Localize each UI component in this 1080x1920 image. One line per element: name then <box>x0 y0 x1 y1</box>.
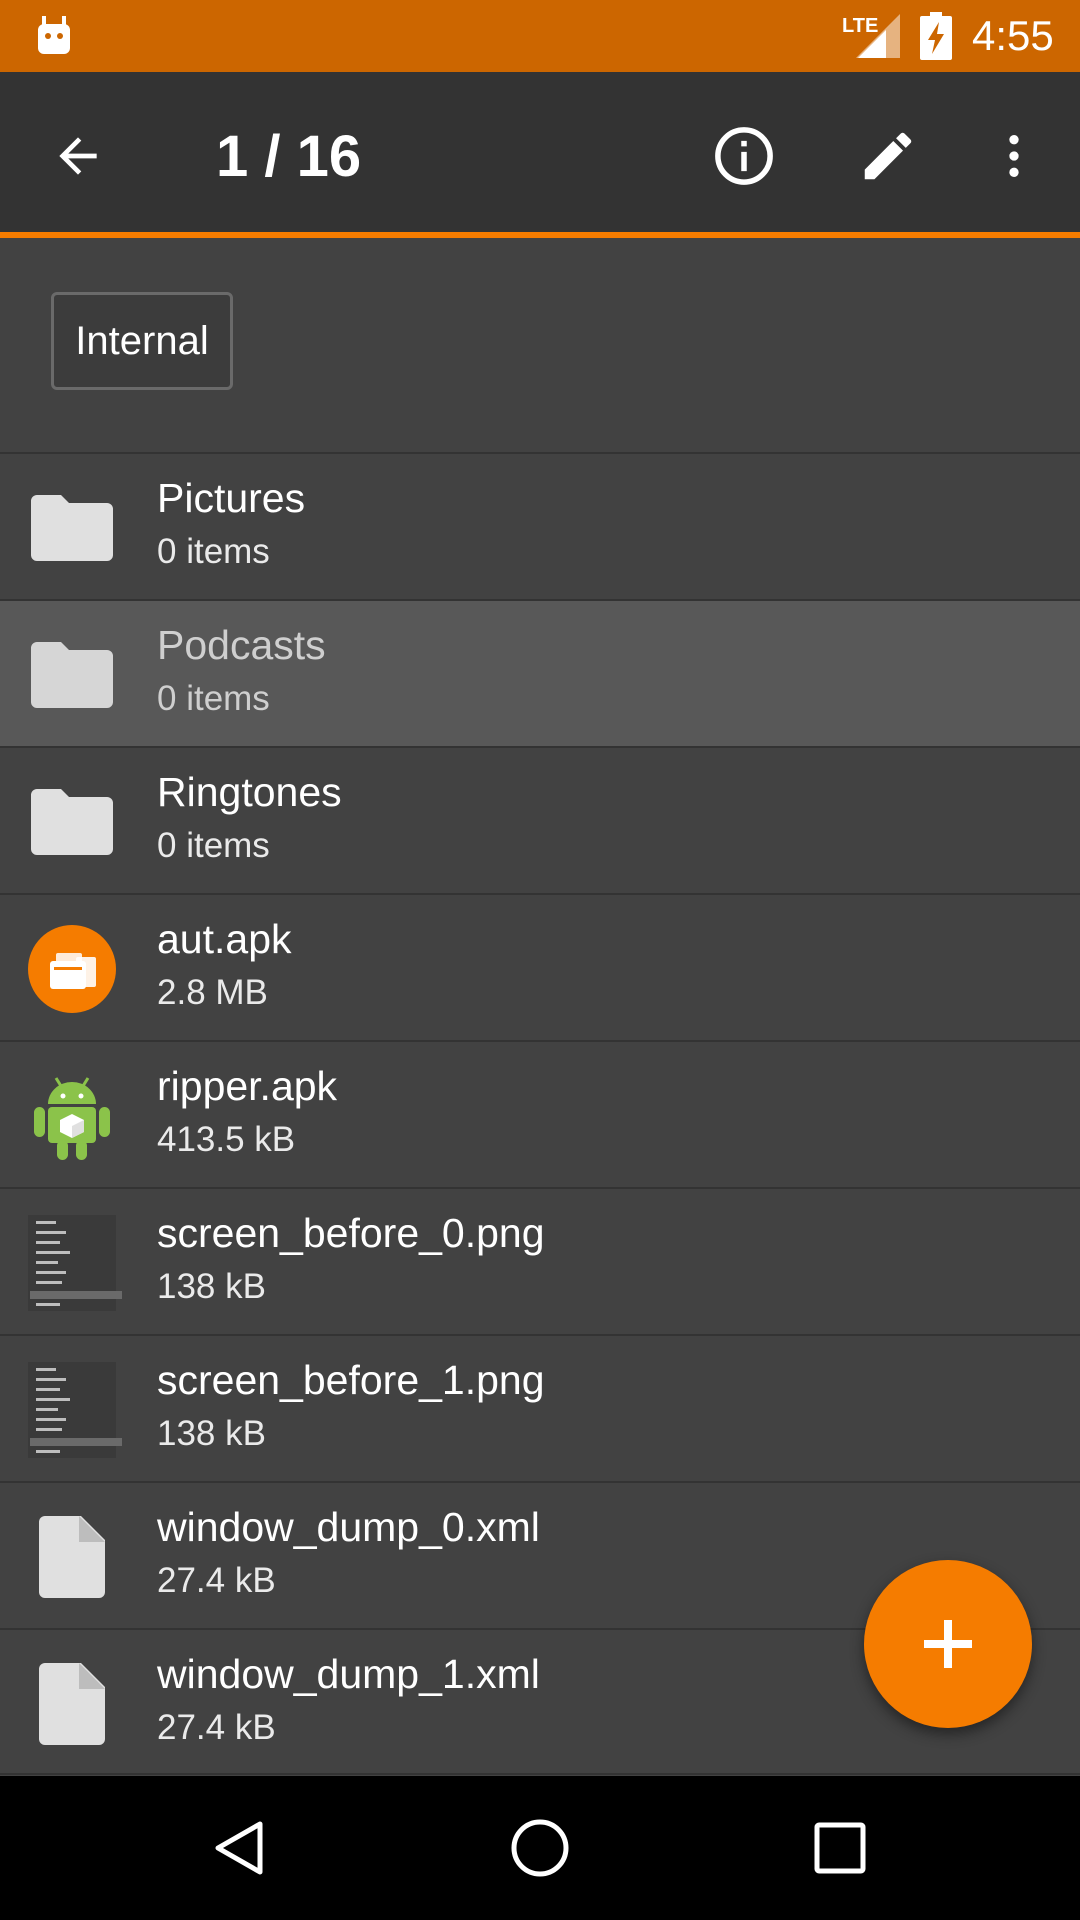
file-name: window_dump_1.xml <box>157 1651 540 1697</box>
page-title: 1 / 16 <box>216 124 362 189</box>
nav-home-button[interactable] <box>492 1800 588 1896</box>
battery-charging-icon <box>920 12 952 60</box>
nav-recents-button[interactable] <box>792 1800 888 1896</box>
file-name: screen_before_0.png <box>157 1210 545 1256</box>
file-icon <box>28 1660 116 1748</box>
image-thumbnail <box>28 1215 122 1311</box>
lte-signal-icon: LTE <box>842 14 900 58</box>
file-meta: 27.4 kB <box>157 1708 276 1747</box>
nav-back-button[interactable] <box>192 1800 288 1896</box>
edit-button[interactable] <box>852 120 924 192</box>
storage-chip-internal[interactable]: Internal <box>51 292 233 390</box>
add-button[interactable] <box>864 1560 1032 1728</box>
info-button[interactable] <box>708 120 780 192</box>
more-options-button[interactable] <box>978 120 1050 192</box>
edit-pencil-icon <box>864 132 912 180</box>
image-thumbnail <box>28 1362 122 1458</box>
back-arrow-icon <box>59 137 97 175</box>
svg-text:LTE: LTE <box>842 15 878 37</box>
list-item[interactable]: Podcasts 0 items <box>0 599 1080 746</box>
nav-back-icon <box>215 1821 263 1875</box>
folder-icon <box>28 631 116 719</box>
status-bar: LTE 4:55 <box>0 0 1080 72</box>
plus-icon <box>924 1620 972 1668</box>
app-apk-icon <box>28 925 116 1013</box>
list-item[interactable]: Ringtones 0 items <box>0 746 1080 893</box>
file-meta: 0 items <box>157 679 270 718</box>
status-time: 4:55 <box>972 12 1054 59</box>
navigation-bar <box>0 1776 1080 1920</box>
nav-home-icon <box>511 1819 569 1877</box>
info-icon <box>715 127 773 185</box>
more-vert-icon <box>1009 135 1019 177</box>
file-meta: 2.8 MB <box>157 973 268 1012</box>
file-meta: 413.5 kB <box>157 1120 296 1159</box>
android-notification-icon <box>38 16 70 54</box>
folder-icon <box>28 484 116 572</box>
file-name: ripper.apk <box>157 1063 338 1109</box>
folder-icon <box>28 778 116 866</box>
file-name: window_dump_0.xml <box>157 1504 540 1550</box>
file-meta: 0 items <box>157 532 270 571</box>
list-item[interactable]: screen_before_0.png 138 kB <box>0 1187 1080 1334</box>
list-item[interactable]: ripper.apk 413.5 kB <box>0 1040 1080 1187</box>
file-name: aut.apk <box>157 916 292 962</box>
nav-recents-icon <box>814 1822 866 1874</box>
file-name: screen_before_1.png <box>157 1357 545 1403</box>
file-icon <box>28 1513 116 1601</box>
file-name: Podcasts <box>157 622 326 668</box>
file-meta: 0 items <box>157 826 270 865</box>
android-apk-icon <box>28 1072 116 1160</box>
file-name: Pictures <box>157 475 306 521</box>
list-item[interactable]: screen_before_1.png 138 kB <box>0 1334 1080 1481</box>
list-item[interactable]: Pictures 0 items <box>0 452 1080 599</box>
back-button[interactable] <box>42 120 114 192</box>
list-item[interactable]: aut.apk 2.8 MB <box>0 893 1080 1040</box>
file-name: Ringtones <box>157 769 342 815</box>
file-meta: 138 kB <box>157 1414 266 1453</box>
file-meta: 138 kB <box>157 1267 266 1306</box>
file-meta: 27.4 kB <box>157 1561 276 1600</box>
